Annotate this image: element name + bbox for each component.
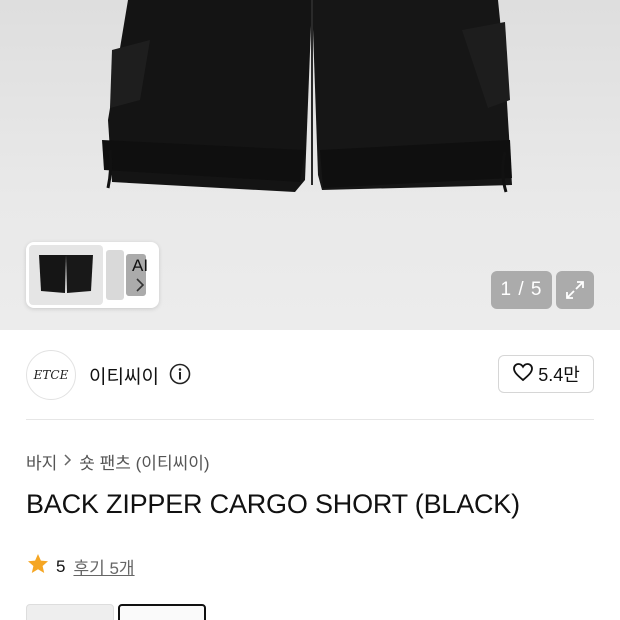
chevron-right-icon [63, 452, 73, 472]
brand-logo-text: ETCE [33, 368, 69, 382]
rating-score: 5 [56, 556, 66, 576]
brand-logo[interactable]: ETCE [26, 350, 76, 400]
star-icon [26, 552, 50, 581]
rating-summary: 5 후기 5개 [26, 552, 135, 581]
brand-name[interactable]: 이티씨이 [89, 362, 159, 389]
expand-icon[interactable] [556, 271, 594, 309]
chevron-right-icon[interactable] [134, 278, 146, 297]
image-counter: 1 / 5 [491, 271, 552, 309]
thumbnail-strip[interactable]: AI [26, 242, 159, 308]
thumbnail-image[interactable] [106, 250, 124, 300]
divider [26, 419, 594, 420]
color-option-selected[interactable] [118, 604, 206, 620]
thumbnail-image[interactable] [29, 245, 103, 305]
breadcrumb-subcategory[interactable]: 숏 팬츠 (이티씨이) [79, 449, 209, 474]
heart-icon [512, 362, 534, 387]
product-title: BACK ZIPPER CARGO SHORT (BLACK) [26, 489, 520, 519]
info-icon[interactable] [169, 363, 191, 390]
breadcrumb: 바지 숏 팬츠 (이티씨이) [26, 449, 210, 474]
color-option[interactable] [26, 604, 114, 620]
review-count-link[interactable]: 후기 5개 [73, 554, 134, 579]
like-count: 5.4만 [538, 365, 580, 385]
product-image-gallery[interactable]: AI 1 / 5 [0, 0, 620, 330]
breadcrumb-category[interactable]: 바지 [26, 449, 57, 474]
like-button[interactable]: 5.4만 [498, 355, 594, 393]
ai-label: AI [132, 256, 149, 275]
